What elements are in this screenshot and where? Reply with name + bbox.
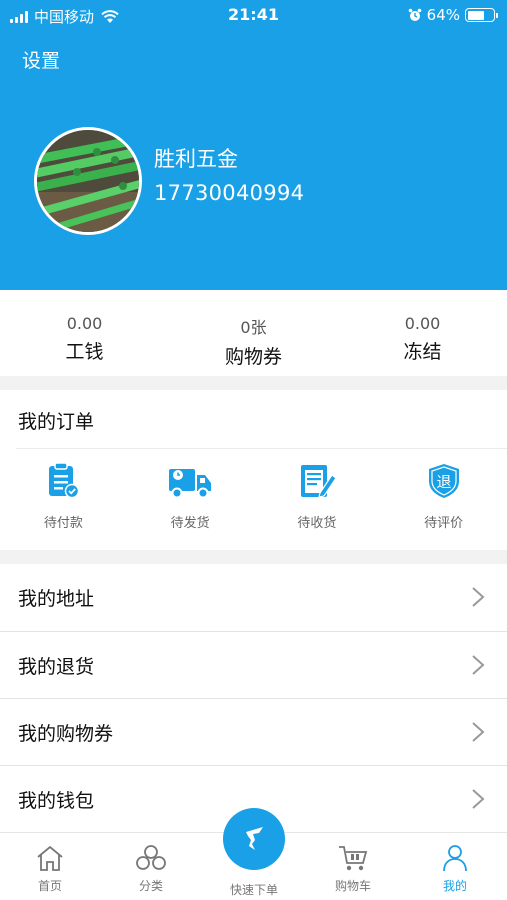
stat-wages[interactable]: 0.00 工钱 <box>0 290 169 376</box>
stat-value: 0.00 <box>66 314 103 333</box>
home-icon <box>35 843 65 873</box>
quick-order-button[interactable] <box>223 808 285 870</box>
delivery-truck-icon <box>167 460 213 502</box>
stat-value: 0.00 <box>404 314 441 333</box>
order-pending-receipt[interactable]: 待收货 <box>254 454 381 531</box>
tab-category[interactable]: 分类 <box>106 833 196 900</box>
avatar[interactable] <box>34 127 142 235</box>
stat-value: 0张 <box>240 318 267 337</box>
avatar-image <box>37 130 139 232</box>
divider <box>16 448 507 449</box>
menu-item-coupons[interactable]: 我的购物券 <box>0 698 507 765</box>
orders-section: 我的订单 待付款 待发货 待收货 退 待评价 <box>0 390 507 550</box>
receipt-edit-icon <box>294 460 340 502</box>
menu-label: 我的地址 <box>18 588 95 610</box>
chevron-right-icon <box>472 655 485 675</box>
user-name: 胜利五金 <box>154 147 238 171</box>
stat-label: 购物券 <box>224 346 282 368</box>
user-phone: 17730040994 <box>154 181 305 205</box>
category-icon <box>135 843 167 873</box>
battery-percent: 64% <box>426 6 460 24</box>
menu-label: 我的退货 <box>18 655 95 678</box>
menu-label: 我的购物券 <box>18 722 114 745</box>
tab-mine[interactable]: 我的 <box>410 833 500 900</box>
tab-label: 我的 <box>442 879 467 893</box>
chevron-right-icon <box>472 587 485 607</box>
tab-label: 购物车 <box>334 879 371 893</box>
menu-list: 我的地址 我的退货 我的购物券 我的钱包 <box>0 564 507 832</box>
return-char: 退 <box>436 473 451 491</box>
chevron-right-icon <box>472 722 485 742</box>
return-shield-icon: 退 <box>421 460 467 502</box>
stat-label: 冻结 <box>403 341 442 363</box>
chevron-right-icon <box>472 789 485 809</box>
orders-title: 我的订单 <box>18 411 95 433</box>
order-label: 待付款 <box>43 516 83 531</box>
account-stats: 0.00 工钱 0张 购物券 0.00 冻结 <box>0 290 507 376</box>
quick-order-label: 快速下单 <box>229 883 278 897</box>
quick-order-icon <box>246 827 263 850</box>
menu-item-returns[interactable]: 我的退货 <box>0 631 507 698</box>
tab-label: 首页 <box>37 879 62 893</box>
battery-fill <box>467 10 484 20</box>
order-pending-payment[interactable]: 待付款 <box>0 454 127 531</box>
stat-label: 工钱 <box>65 341 104 363</box>
order-label: 待评价 <box>424 516 464 531</box>
order-status-list: 待付款 待发货 待收货 退 待评价 <box>0 454 507 531</box>
order-label: 待收货 <box>297 516 337 531</box>
payment-clipboard-icon <box>40 460 86 502</box>
status-right: 64% <box>408 6 498 24</box>
battery-icon <box>465 8 498 22</box>
order-pending-review[interactable]: 退 待评价 <box>380 454 507 531</box>
stat-frozen[interactable]: 0.00 冻结 <box>338 290 507 376</box>
tab-label: 分类 <box>138 879 163 893</box>
tab-cart[interactable]: 购物车 <box>308 833 398 900</box>
menu-item-address[interactable]: 我的地址 <box>0 564 507 631</box>
stat-coupons[interactable]: 0张 购物券 <box>169 290 338 376</box>
status-bar: 中国移动 21:41 64% <box>0 0 507 32</box>
alarm-clock-icon <box>408 8 421 21</box>
menu-label: 我的钱包 <box>18 789 95 812</box>
user-icon <box>440 843 470 873</box>
order-label: 待发货 <box>170 516 210 531</box>
profile-header: 中国移动 21:41 64% 设置 胜利五金 17730040994 <box>0 0 507 290</box>
order-pending-shipment[interactable]: 待发货 <box>127 454 254 531</box>
tab-home[interactable]: 首页 <box>5 833 95 900</box>
cart-icon <box>337 843 369 873</box>
settings-button[interactable]: 设置 <box>22 46 60 73</box>
